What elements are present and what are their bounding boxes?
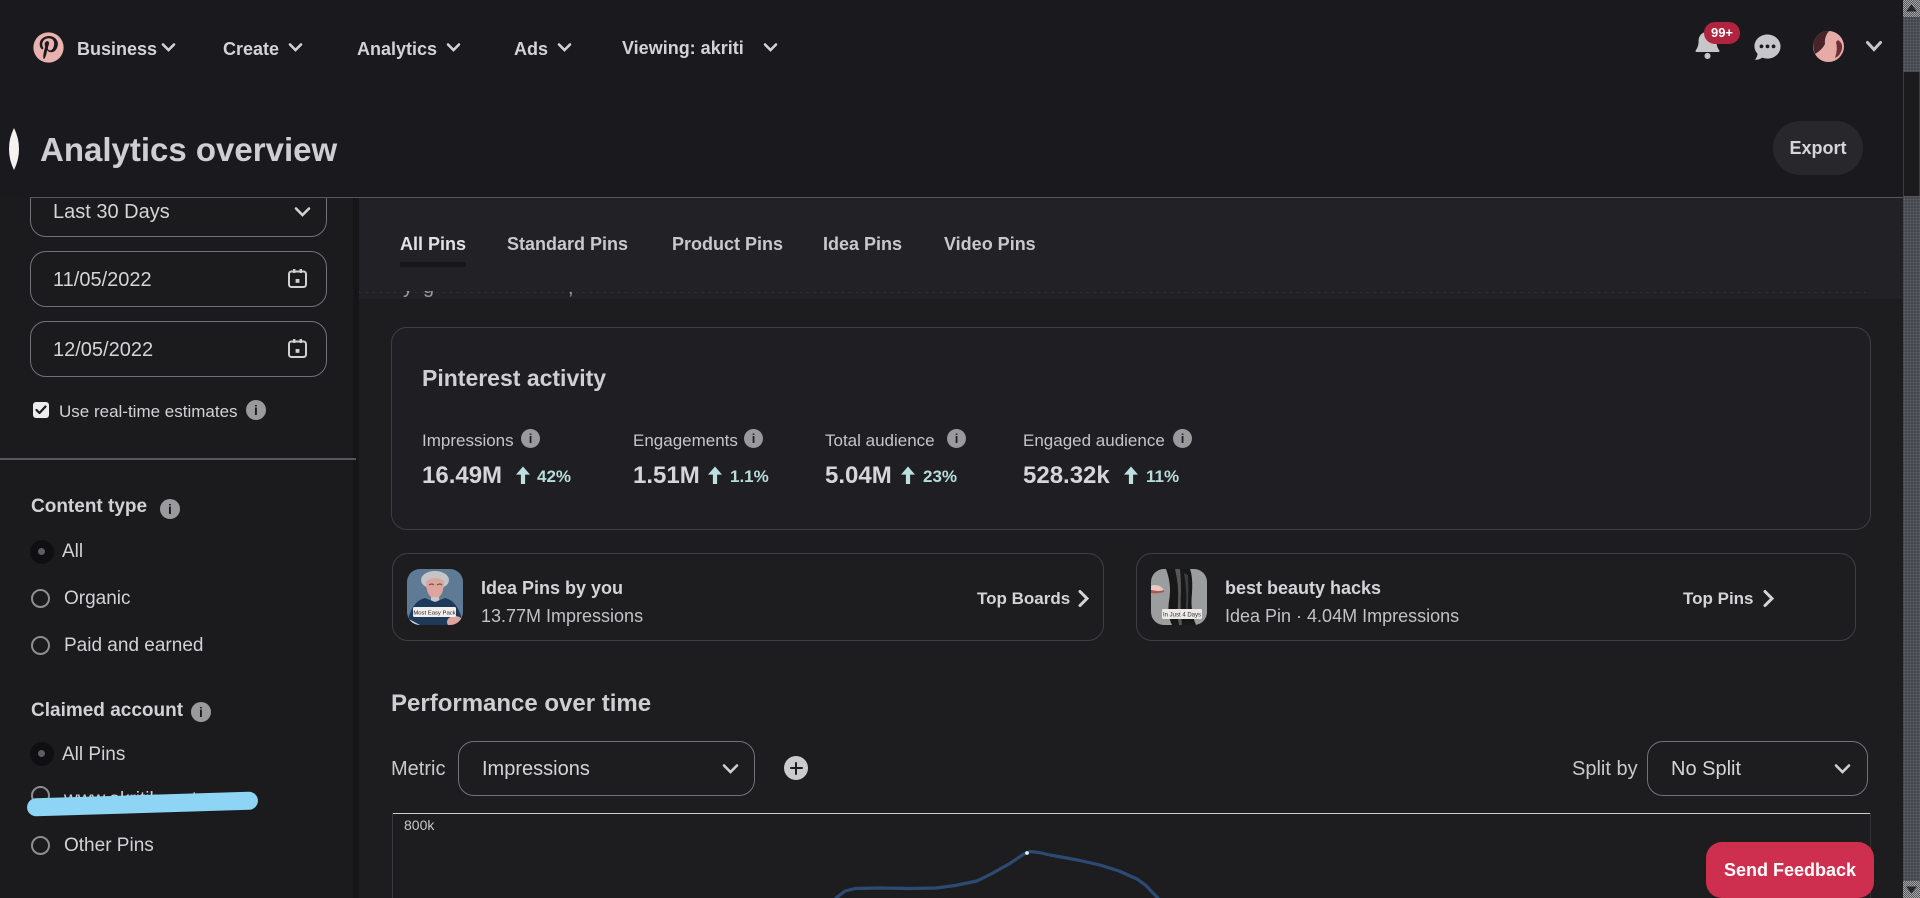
- svg-text:Most Easy Pack: Most Easy Pack: [413, 611, 455, 617]
- svg-text:In Just 4 Days: In Just 4 Days: [1163, 613, 1201, 619]
